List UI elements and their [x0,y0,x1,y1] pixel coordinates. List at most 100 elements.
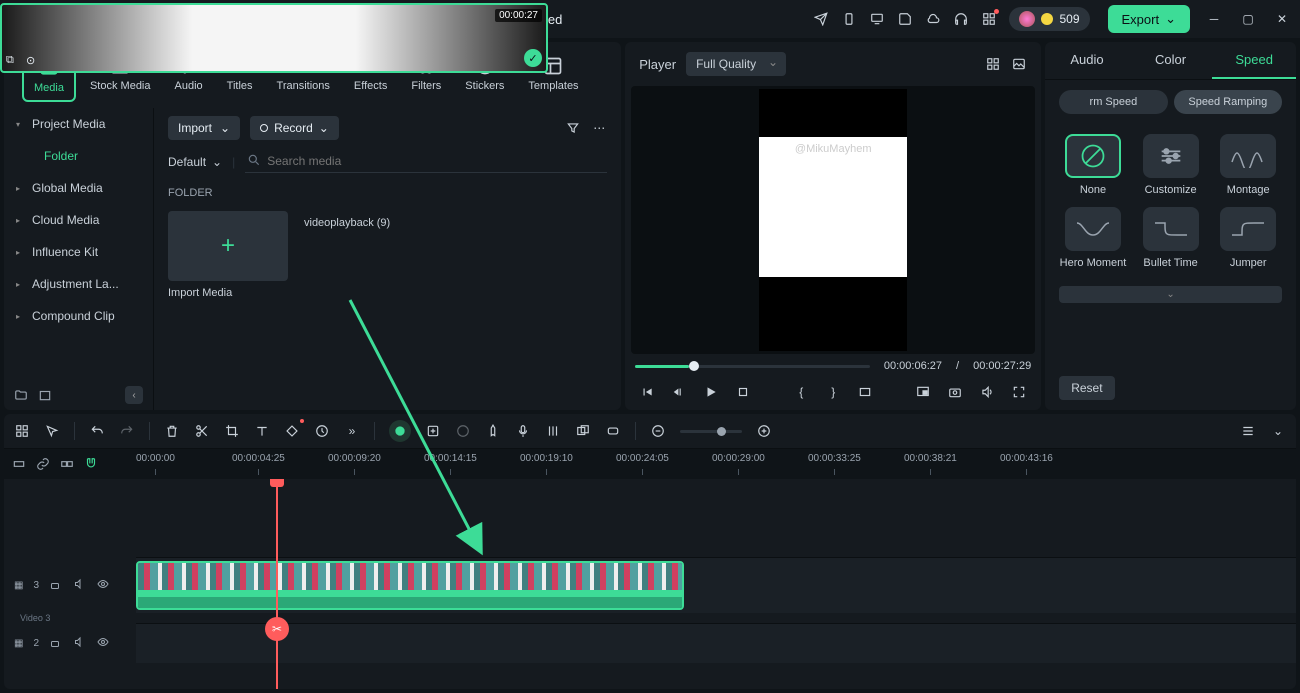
undo-icon[interactable] [89,423,105,439]
reset-button[interactable]: Reset [1059,376,1114,400]
apps-icon[interactable] [14,423,30,439]
headphones-icon[interactable] [953,11,969,27]
maximize-button[interactable]: ▢ [1240,11,1256,27]
export-button[interactable]: Export ⌄ [1108,5,1190,33]
apps-icon[interactable] [981,11,997,27]
speed-ramping-tab[interactable]: Speed Ramping [1174,90,1282,114]
desktop-icon[interactable] [869,11,885,27]
grid-view-icon[interactable] [985,56,1001,72]
zoom-out-icon[interactable] [650,423,666,439]
preset-customize[interactable]: Customize [1137,134,1205,197]
zoom-in-icon[interactable] [756,423,772,439]
minimize-button[interactable]: ─ [1206,11,1222,27]
auto-ripple-icon[interactable] [60,457,74,471]
group-icon[interactable] [575,423,591,439]
track-body-video-2[interactable] [136,623,1296,663]
import-media-card[interactable]: + Import Media [168,211,288,299]
track-body-video-3[interactable] [136,557,1296,613]
ai-icon[interactable] [389,420,411,442]
more-tools-icon[interactable]: » [344,423,360,439]
playhead[interactable]: ✂ [276,479,278,689]
text-icon[interactable] [254,423,270,439]
play-icon[interactable] [703,384,719,400]
track-view-chevron-icon[interactable]: ⌄ [1270,423,1286,439]
preset-hero-moment[interactable]: Hero Moment [1059,207,1127,270]
fullscreen-icon[interactable] [1011,384,1027,400]
video-preview[interactable]: @MikuMayhem [631,86,1035,354]
zoom-slider[interactable] [680,430,742,433]
track-mute-icon[interactable] [73,636,87,650]
track-head-video-3[interactable]: ▦3 [4,578,136,592]
preset-none[interactable]: None [1059,134,1127,197]
search-input[interactable] [267,154,603,168]
crop-icon[interactable] [224,423,240,439]
clip-card-videoplayback[interactable]: 00:00:27 ⧉ ⊙ ✓ videoplayback (9) [304,211,424,299]
marker-icon[interactable] [485,423,501,439]
preset-jumper[interactable]: Jumper [1214,207,1282,270]
uniform-speed-tab[interactable]: rm Speed [1059,90,1167,114]
delete-icon[interactable] [164,423,180,439]
speed-icon[interactable] [314,423,330,439]
track-lock-icon[interactable] [49,578,63,592]
import-button[interactable]: Import⌄ [168,116,240,140]
cloud-icon[interactable] [925,11,941,27]
step-back-icon[interactable] [671,384,687,400]
split-icon[interactable] [194,423,210,439]
link-icon[interactable] [36,457,50,471]
cursor-icon[interactable] [44,423,60,439]
record-button[interactable]: Record⌄ [250,116,339,140]
quality-select[interactable]: Full Quality [686,52,786,76]
sidebar-item-influence-kit[interactable]: ▸Influence Kit [4,236,153,268]
magnet-icon[interactable] [84,457,98,471]
user-chip[interactable]: 509 [1009,7,1089,31]
keyframe-icon[interactable] [284,423,300,439]
snapshot-icon[interactable] [947,384,963,400]
save-icon[interactable] [897,11,913,27]
track-visible-icon[interactable] [97,578,111,592]
mobile-icon[interactable] [841,11,857,27]
mic-icon[interactable] [515,423,531,439]
filter-icon[interactable] [565,120,581,136]
track-mute-icon[interactable] [73,578,87,592]
new-bin-icon[interactable] [38,388,52,402]
picture-icon[interactable] [1011,56,1027,72]
tab-color-inspector[interactable]: Color [1129,42,1213,79]
timeline-clip[interactable] [136,561,684,610]
render-icon[interactable] [605,423,621,439]
preset-bullet-time[interactable]: Bullet Time [1137,207,1205,270]
prev-frame-icon[interactable] [639,384,655,400]
sidebar-item-folder[interactable]: Folder [4,140,153,172]
more-icon[interactable]: ⋯ [591,120,607,136]
sidebar-item-compound-clip[interactable]: ▸Compound Clip [4,300,153,332]
pip-icon[interactable] [915,384,931,400]
sidebar-item-project-media[interactable]: ▾Project Media [4,108,153,140]
send-icon[interactable] [813,11,829,27]
volume-icon[interactable] [979,384,995,400]
sidebar-item-adjustment-layer[interactable]: ▸Adjustment La... [4,268,153,300]
redo-icon[interactable] [119,423,135,439]
mark-in-icon[interactable]: { [793,384,809,400]
track-head-video-2[interactable]: ▦2 [4,636,136,650]
ratio-icon[interactable] [857,384,873,400]
time-ruler[interactable]: 00:00:0000:00:04:2500:00:09:2000:00:14:1… [136,449,1296,479]
mixer-icon[interactable] [545,423,561,439]
search-input-wrap[interactable] [245,150,607,173]
new-folder-icon[interactable] [14,388,28,402]
track-visible-icon[interactable] [97,636,111,650]
track-lock-icon[interactable] [49,636,63,650]
progress-slider[interactable] [635,365,870,368]
snap-icon[interactable] [12,457,26,471]
preset-montage[interactable]: Montage [1214,134,1282,197]
track-view-icon[interactable] [1240,423,1256,439]
detach-audio-icon[interactable] [455,423,471,439]
collapse-sidebar-button[interactable]: ‹ [125,386,143,404]
sidebar-item-cloud-media[interactable]: ▸Cloud Media [4,204,153,236]
sidebar-item-global-media[interactable]: ▸Global Media [4,172,153,204]
enhance-icon[interactable] [425,423,441,439]
stop-icon[interactable] [735,384,751,400]
close-button[interactable]: ✕ [1274,11,1290,27]
preset-more-dropdown[interactable]: ⌄ [1059,286,1282,303]
mark-out-icon[interactable]: } [825,384,841,400]
tab-audio-inspector[interactable]: Audio [1045,42,1129,79]
tab-speed-inspector[interactable]: Speed [1212,42,1296,79]
